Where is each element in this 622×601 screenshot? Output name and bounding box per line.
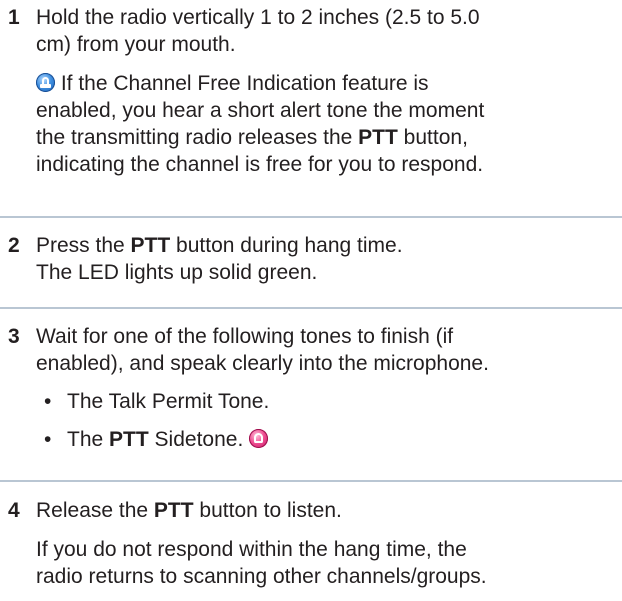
microphone-icon — [249, 429, 269, 448]
step-text: button during hang time. — [170, 234, 403, 257]
step-text: The LED lights up solid green. — [36, 261, 318, 284]
step-text: Hold the radio vertically 1 to 2 inches … — [36, 6, 480, 29]
info-icon — [36, 73, 55, 92]
step-text: Wait for one of the following tones to f… — [36, 325, 454, 348]
step-text: Press the — [36, 234, 131, 257]
step-line: Press the PTT button during hang time. — [36, 232, 620, 259]
note-text: indicating the channel is free for you t… — [36, 153, 484, 176]
note-text: the transmitting radio releases the — [36, 126, 359, 149]
note-text: If the Channel Free Indication feature i… — [60, 72, 429, 95]
step-number: 1 — [8, 6, 20, 29]
tone-list: • The Talk Permit Tone. • The PTT Sideto… — [36, 388, 620, 453]
step-text: radio returns to scanning other channels… — [36, 565, 487, 588]
step-body: Wait for one of the following tones to f… — [36, 323, 620, 453]
step-followup: If you do not respond within the hang ti… — [36, 536, 620, 590]
list-item-text: The Talk Permit Tone. — [67, 390, 270, 413]
bullet-marker: • — [44, 428, 52, 451]
step-number: 3 — [8, 325, 20, 348]
ptt-label: PTT — [358, 126, 398, 149]
step-number: 4 — [8, 499, 20, 522]
step-text: If you do not respond within the hang ti… — [36, 538, 467, 561]
step-body: Press the PTT button during hang time. T… — [36, 232, 620, 286]
step-body: Hold the radio vertically 1 to 2 inches … — [36, 4, 620, 178]
note-line: If the Channel Free Indication feature i… — [36, 70, 620, 97]
bullet-marker: • — [44, 390, 52, 413]
note-text: button, — [397, 126, 468, 149]
step-number: 2 — [8, 234, 20, 257]
step-text: enabled), and speak clearly into the mic… — [36, 352, 489, 375]
list-item-text: The PTT Sidetone. — [67, 426, 269, 453]
step-text: button to listen. — [193, 499, 342, 522]
ptt-label: PTT — [109, 428, 149, 451]
step-divider — [0, 216, 622, 218]
step-line: Release the PTT button to listen. — [36, 497, 620, 524]
step-text: cm) from your mouth. — [36, 33, 236, 56]
step-body: Release the PTT button to listen. If you… — [36, 497, 620, 590]
step-divider — [0, 307, 622, 309]
feature-note: If the Channel Free Indication feature i… — [36, 70, 620, 178]
list-item: • The Talk Permit Tone. — [36, 388, 620, 415]
ptt-label: PTT — [130, 234, 171, 257]
note-line: the transmitting radio releases the PTT … — [36, 124, 620, 151]
list-item-text: Sidetone. — [148, 428, 244, 451]
step-text: Release the — [36, 499, 154, 522]
list-item: • The PTT Sidetone. — [36, 426, 620, 453]
list-item-text: The — [67, 428, 110, 451]
step-divider — [0, 480, 622, 482]
note-text: enabled, you hear a short alert tone the… — [36, 99, 485, 122]
ptt-label: PTT — [153, 499, 194, 522]
